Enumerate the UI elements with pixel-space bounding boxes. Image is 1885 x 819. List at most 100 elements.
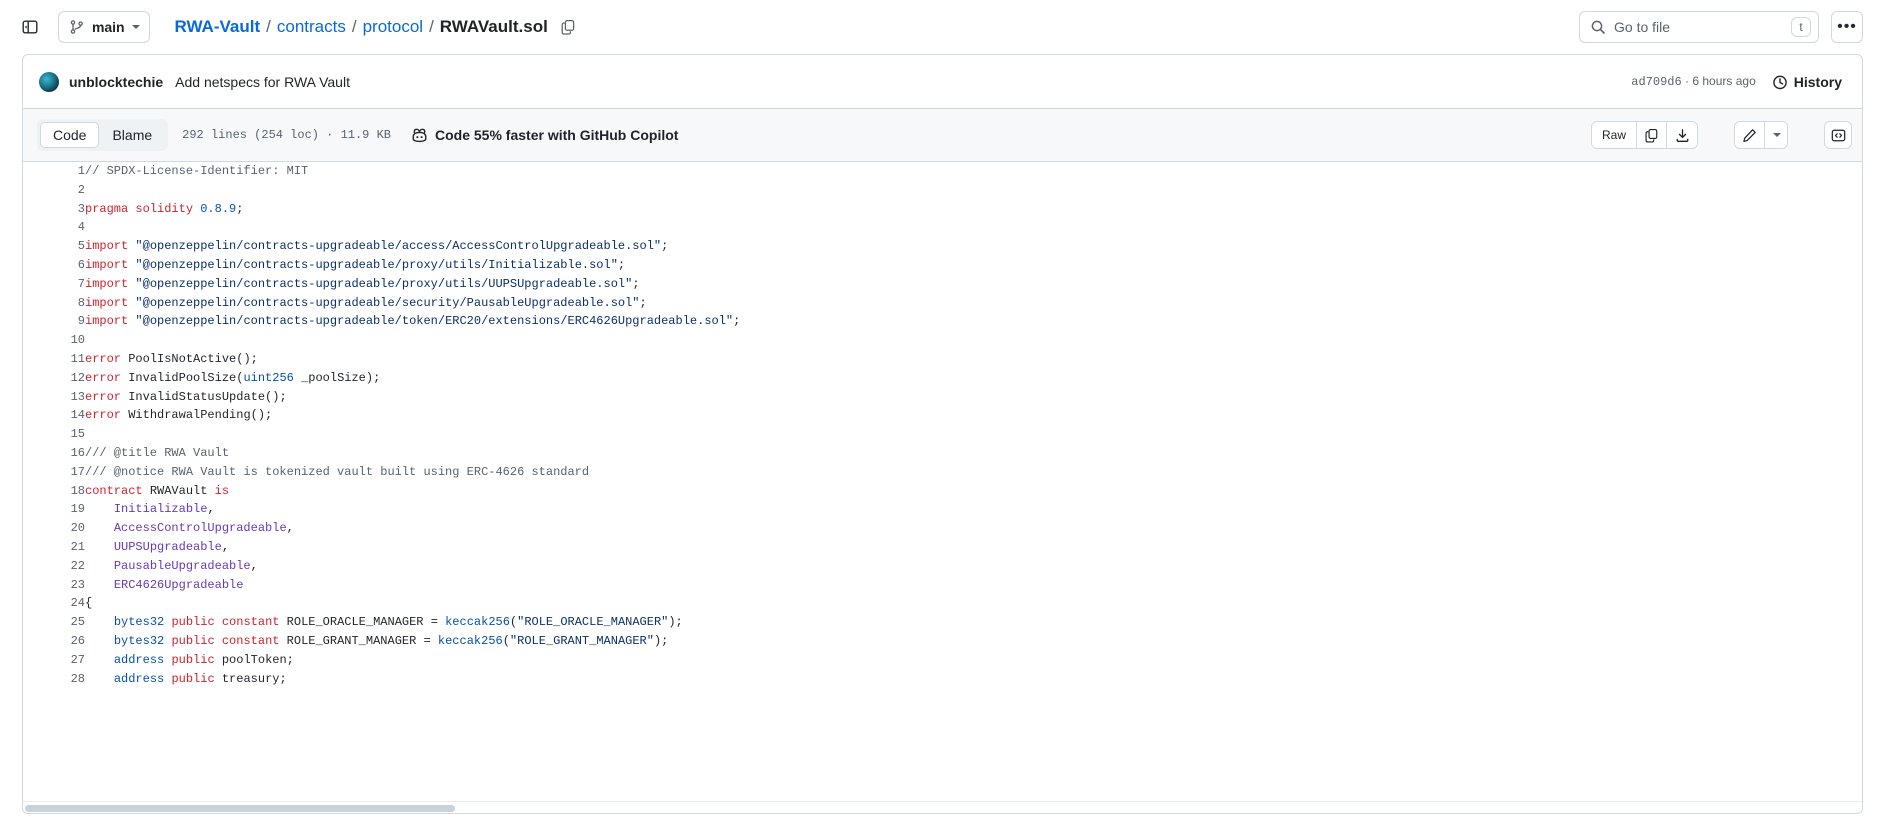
line-content[interactable] [85,181,1862,200]
commit-message[interactable]: Add netspecs for RWA Vault [175,74,350,90]
line-content[interactable]: import "@openzeppelin/contracts-upgradea… [85,294,1862,313]
line-content[interactable] [85,218,1862,237]
copilot-promo[interactable]: Code 55% faster with GitHub Copilot [411,127,678,144]
line-content[interactable]: ERC4626Upgradeable [85,576,1862,595]
breadcrumb-separator: / [351,17,357,36]
line-content[interactable]: import "@openzeppelin/contracts-upgradea… [85,275,1862,294]
line-number[interactable]: 1 [23,162,85,181]
edit-dropdown-caret-icon[interactable] [1765,122,1787,148]
code-line: 17/// @notice RWA Vault is tokenized vau… [23,463,1862,482]
code-token: keccak256 [437,633,503,648]
copy-path-icon[interactable] [558,17,578,37]
code-token: (); [250,408,273,423]
line-content[interactable]: // SPDX-License-Identifier: MIT [85,162,1862,181]
copy-raw-icon[interactable] [1637,122,1667,148]
line-content[interactable]: import "@openzeppelin/contracts-upgradea… [85,256,1862,275]
line-number[interactable]: 18 [23,482,85,501]
code-line: 11 error PoolIsNotActive(); [23,350,1862,369]
line-number[interactable]: 22 [23,557,85,576]
line-number[interactable]: 3 [23,200,85,219]
code-line: 21 UUPSUpgradeable, [23,538,1862,557]
line-number[interactable]: 21 [23,538,85,557]
line-content[interactable] [85,331,1862,350]
line-number[interactable]: 19 [23,500,85,519]
line-number[interactable]: 4 [23,218,85,237]
line-content[interactable]: address public poolToken; [85,651,1862,670]
go-to-file-search[interactable]: Go to file t [1579,11,1819,43]
line-number[interactable]: 13 [23,388,85,407]
line-number[interactable]: 10 [23,331,85,350]
code-line: 3 pragma solidity 0.8.9; [23,200,1862,219]
line-number[interactable]: 5 [23,237,85,256]
code-line: 7 import "@openzeppelin/contracts-upgrade… [23,275,1862,294]
horizontal-scrollbar[interactable] [23,801,1862,813]
code-line: 13 error InvalidStatusUpdate(); [23,388,1862,407]
line-content[interactable]: /// @notice RWA Vault is tokenized vault… [85,463,1862,482]
sidebar-toggle-button[interactable] [14,11,46,43]
line-content[interactable]: Initializable, [85,500,1862,519]
code-token: ; [632,276,640,291]
line-number[interactable]: 27 [23,651,85,670]
history-button[interactable]: History [1768,71,1846,93]
code-token: RWAVault [149,483,208,498]
line-content[interactable]: address public treasury; [85,670,1862,689]
copilot-label: Code 55% faster with GitHub Copilot [435,127,679,143]
scrollbar-thumb[interactable] [25,805,455,812]
avatar[interactable] [39,71,59,92]
line-content[interactable]: contract RWAVault is [85,482,1862,501]
pencil-edit-icon[interactable] [1735,122,1765,148]
line-content[interactable]: import "@openzeppelin/contracts-upgradea… [85,312,1862,331]
line-number[interactable]: 7 [23,275,85,294]
line-number[interactable]: 14 [23,406,85,425]
commit-author[interactable]: unblocktechie [69,74,163,90]
code-token: bytes32 [113,633,165,648]
code-token: Initializable [113,502,208,517]
search-icon [1590,19,1606,35]
line-content[interactable]: error InvalidPoolSize(uint256 _poolSize)… [85,369,1862,388]
line-number[interactable]: 20 [23,519,85,538]
line-number[interactable]: 24 [23,594,85,613]
line-number[interactable]: 8 [23,294,85,313]
line-number[interactable]: 15 [23,425,85,444]
tab-code[interactable]: Code [40,122,100,148]
line-content[interactable]: /// @title RWA Vault [85,444,1862,463]
line-number[interactable]: 2 [23,181,85,200]
raw-button[interactable]: Raw [1591,122,1637,148]
code-symbols-icon[interactable] [1824,121,1852,149]
line-content[interactable]: { [85,594,1862,613]
line-number[interactable]: 25 [23,613,85,632]
breadcrumb-dir-protocol[interactable]: protocol [363,17,423,37]
line-content[interactable]: error InvalidStatusUpdate(); [85,388,1862,407]
line-content[interactable]: error WithdrawalPending(); [85,406,1862,425]
line-number[interactable]: 16 [23,444,85,463]
line-content[interactable]: error PoolIsNotActive(); [85,350,1862,369]
breadcrumb-repo-link[interactable]: RWA-Vault [174,17,260,37]
commit-sha-time[interactable]: ad709d6 · 6 hours ago [1631,74,1755,89]
line-content[interactable]: import "@openzeppelin/contracts-upgradea… [85,237,1862,256]
line-number[interactable]: 28 [23,670,85,689]
code-token: , [250,558,258,573]
line-content[interactable]: bytes32 public constant ROLE_ORACLE_MANA… [85,613,1862,632]
more-options-button[interactable]: ••• [1831,11,1863,43]
line-content[interactable]: PausableUpgradeable, [85,557,1862,576]
line-content[interactable]: AccessControlUpgradeable, [85,519,1862,538]
download-icon[interactable] [1667,122,1697,148]
line-content[interactable]: UUPSUpgradeable, [85,538,1862,557]
tab-blame[interactable]: Blame [99,122,165,148]
code-line: 15 [23,425,1862,444]
code-token: , [207,502,215,517]
line-number[interactable]: 26 [23,632,85,651]
line-number[interactable]: 17 [23,463,85,482]
breadcrumb-dir-contracts[interactable]: contracts [277,17,346,37]
branch-selector-button[interactable]: main [58,11,151,43]
line-number[interactable]: 23 [23,576,85,595]
line-content[interactable]: pragma solidity 0.8.9; [85,200,1862,219]
line-content[interactable] [85,425,1862,444]
line-number[interactable]: 9 [23,312,85,331]
line-number[interactable]: 12 [23,369,85,388]
line-number[interactable]: 11 [23,350,85,369]
line-number[interactable]: 6 [23,256,85,275]
line-content[interactable]: bytes32 public constant ROLE_GRANT_MANAG… [85,632,1862,651]
